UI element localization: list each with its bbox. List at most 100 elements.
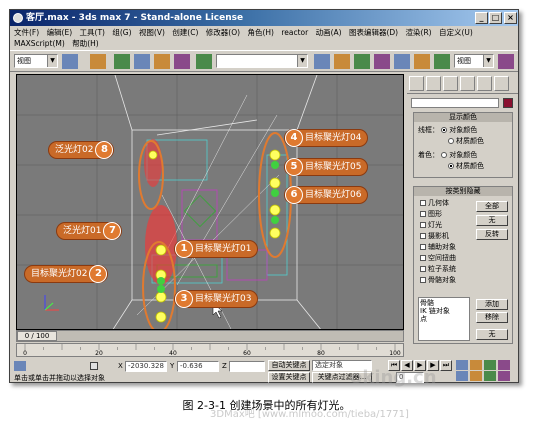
quick-render-icon[interactable]	[434, 54, 450, 69]
zoom-extents-icon[interactable]	[484, 360, 496, 370]
add-button[interactable]: 添加	[476, 299, 508, 310]
remove-button[interactable]: 移除	[476, 312, 508, 323]
shading-object-color-radio[interactable]	[441, 152, 448, 158]
menu-customize[interactable]: 自定义(U)	[439, 28, 473, 37]
category-shapes-label: 图形	[428, 210, 442, 218]
menu-rendering[interactable]: 渲染(R)	[406, 28, 432, 37]
time-slider-thumb[interactable]: 0 / 100	[17, 331, 57, 341]
category-shapes-checkbox[interactable]	[420, 211, 426, 217]
menu-help[interactable]: 帮助(H)	[72, 39, 99, 48]
named-selection-combo[interactable]: ▼	[216, 54, 308, 68]
menu-views[interactable]: 视图(V)	[139, 28, 165, 37]
hierarchy-tab-icon[interactable]	[443, 76, 458, 91]
wireframe-material-row: 材质颜色	[414, 136, 512, 147]
display-tab-icon[interactable]	[477, 76, 492, 91]
shading-material-color-radio[interactable]	[448, 163, 454, 169]
motion-tab-icon[interactable]	[460, 76, 475, 91]
field-of-view-icon[interactable]	[456, 371, 468, 381]
zoom-icon[interactable]	[456, 360, 468, 370]
manipulate-icon[interactable]	[196, 54, 212, 69]
zoom-all-icon[interactable]	[470, 360, 482, 370]
menu-edit[interactable]: 编辑(E)	[47, 28, 73, 37]
list-item[interactable]: IK 链对象	[420, 307, 468, 315]
mirror-icon[interactable]	[314, 54, 330, 69]
display-color-header[interactable]: 显示颜色	[414, 113, 512, 122]
category-bones[interactable]: 骨骼对象	[420, 275, 512, 286]
render-last-icon[interactable]	[498, 54, 514, 69]
menu-modifiers[interactable]: 修改器(O)	[206, 28, 240, 37]
category-bones-checkbox[interactable]	[420, 277, 426, 283]
category-space-warps-checkbox[interactable]	[420, 255, 426, 261]
align-icon[interactable]	[334, 54, 350, 69]
utilities-tab-icon[interactable]	[494, 76, 509, 91]
category-geometry-checkbox[interactable]	[420, 200, 426, 206]
x-coordinate-field[interactable]: -2030.328	[125, 361, 167, 372]
category-listbox[interactable]: 骨骼 IK 链对象 点	[418, 297, 470, 341]
modify-tab-icon[interactable]	[426, 76, 441, 91]
invert-button[interactable]: 反转	[476, 229, 508, 240]
all-button[interactable]: 全部	[476, 201, 508, 212]
set-key-button[interactable]: 设置关键点	[268, 372, 310, 383]
render-view-combo[interactable]: 视图 ▼	[454, 54, 494, 68]
menu-animation[interactable]: 动画(A)	[316, 28, 342, 37]
wireframe-material-color-radio[interactable]	[448, 138, 454, 144]
category-lights-checkbox[interactable]	[420, 222, 426, 228]
render-view-value: 视图	[457, 57, 471, 65]
menu-character[interactable]: 角色(H)	[247, 28, 274, 37]
menu-group[interactable]: 组(G)	[112, 28, 131, 37]
rotate-icon[interactable]	[154, 54, 170, 69]
select-filter-icon[interactable]	[62, 54, 78, 69]
menu-tools[interactable]: 工具(T)	[80, 28, 105, 37]
minimize-button[interactable]: _	[475, 12, 488, 24]
category-helpers[interactable]: 辅助对象	[420, 242, 512, 253]
lock-selection-icon[interactable]	[90, 362, 98, 370]
y-coordinate-field[interactable]: -0.636	[177, 361, 219, 372]
wireframe-object-color-radio[interactable]	[441, 127, 448, 133]
list-item[interactable]: 点	[420, 315, 468, 323]
object-name-field[interactable]	[411, 98, 499, 108]
menu-graph-editors[interactable]: 图表编辑器(D)	[349, 28, 398, 37]
menu-maxscript[interactable]: MAXScript(M)	[14, 39, 65, 48]
create-tab-icon[interactable]	[409, 76, 424, 91]
category-space-warps[interactable]: 空间扭曲	[420, 253, 512, 264]
link-icon[interactable]	[90, 54, 106, 69]
object-color-swatch[interactable]	[503, 98, 513, 108]
z-coordinate-field[interactable]	[229, 361, 265, 372]
auto-key-button[interactable]: 自动关键点	[268, 360, 310, 371]
display-color-rollout: 显示颜色 线框： 对象颜色 材质颜色 着色： 对象颜色 材质颜色	[413, 112, 513, 178]
category-cameras-checkbox[interactable]	[420, 233, 426, 239]
maximize-button[interactable]: □	[489, 12, 502, 24]
none-button[interactable]: 无	[476, 215, 508, 226]
orbit-icon[interactable]	[484, 371, 496, 381]
go-to-end-icon[interactable]: ⏭	[440, 360, 452, 371]
move-icon[interactable]	[134, 54, 150, 69]
menu-file[interactable]: 文件(F)	[14, 28, 39, 37]
maximize-viewport-icon[interactable]	[498, 371, 510, 381]
time-slider[interactable]: 0 / 100	[16, 330, 404, 342]
track-bar[interactable]: 0 20 40 60 80 100	[16, 343, 404, 357]
curve-editor-icon[interactable]	[374, 54, 390, 69]
maxscript-listener-icon[interactable]	[14, 361, 26, 371]
none-list-button[interactable]: 无	[476, 329, 508, 340]
shading-material-color-label: 材质颜色	[456, 162, 484, 170]
track-tick-label: 80	[317, 350, 325, 356]
perspective-viewport[interactable]: 泛光灯02 8 泛光灯01 7 目标聚光灯02 2 1 目标聚光灯01 3 目标…	[16, 74, 404, 330]
select-object-icon[interactable]	[114, 54, 130, 69]
menu-reactor[interactable]: reactor	[281, 28, 308, 37]
track-bar-ticks: 0 20 40 60 80 100	[23, 344, 401, 357]
material-editor-icon[interactable]	[394, 54, 410, 69]
arc-rotate-icon[interactable]	[470, 371, 482, 381]
prompt-line: 单击或单击并拖动以选择对象	[14, 374, 105, 382]
category-helpers-checkbox[interactable]	[420, 244, 426, 250]
render-scene-icon[interactable]	[414, 54, 430, 69]
category-particles[interactable]: 粒子系统	[420, 264, 512, 275]
hide-by-category-header[interactable]: 按类别隐藏	[414, 187, 512, 196]
reference-coord-combo[interactable]: 视图 ▼	[14, 54, 58, 68]
pan-icon[interactable]	[498, 360, 510, 370]
layer-manager-icon[interactable]	[354, 54, 370, 69]
close-button[interactable]: ×	[504, 12, 517, 24]
list-item[interactable]: 骨骼	[420, 299, 468, 307]
category-particles-checkbox[interactable]	[420, 266, 426, 272]
scale-icon[interactable]	[174, 54, 190, 69]
menu-create[interactable]: 创建(C)	[172, 28, 198, 37]
